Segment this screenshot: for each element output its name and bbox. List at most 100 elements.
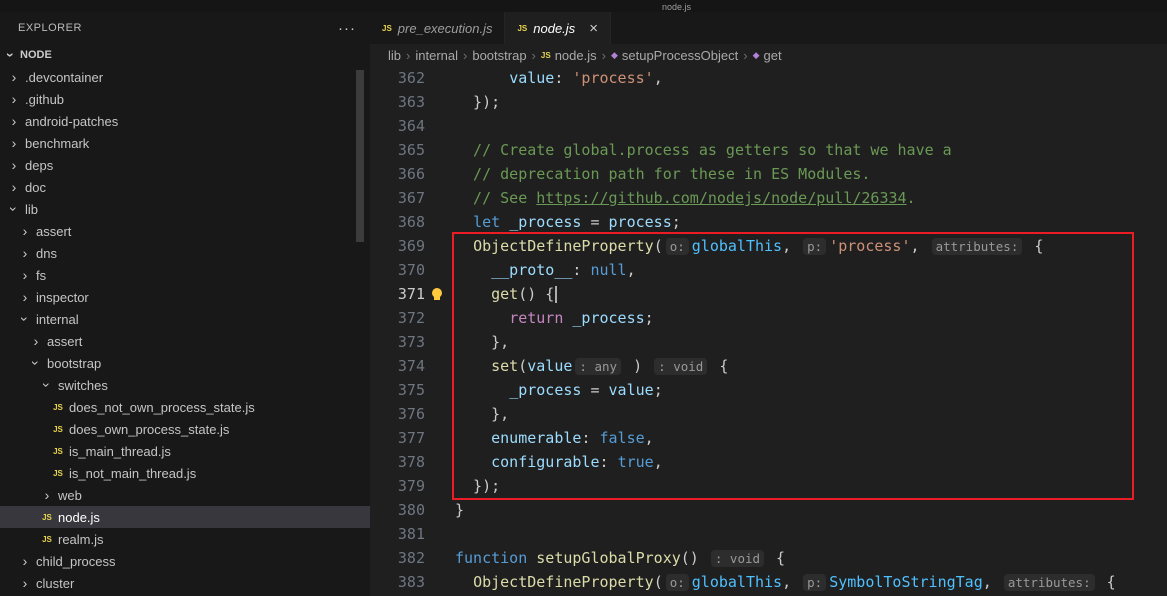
tree-item-.github[interactable]: ›.github — [0, 88, 370, 110]
tree-item-does_not_own_process_state.js[interactable]: JSdoes_not_own_process_state.js — [0, 396, 370, 418]
inlay-hint: o: — [666, 574, 689, 591]
more-actions-icon[interactable]: ··· — [338, 20, 356, 37]
tree-item-assert[interactable]: ›assert — [0, 220, 370, 242]
line-number: 365 — [370, 138, 425, 162]
code-line-377[interactable]: 377 enumerable: false, — [370, 426, 1167, 450]
breadcrumb-item-setupProcessObject[interactable]: ◆setupProcessObject — [611, 48, 738, 63]
code-line-381[interactable]: 381 — [370, 522, 1167, 546]
tree-item-bootstrap[interactable]: ›bootstrap — [0, 352, 370, 374]
titlebar: node.js — [0, 0, 1167, 12]
tree-item-is_not_main_thread.js[interactable]: JSis_not_main_thread.js — [0, 462, 370, 484]
tab-pre_execution.js[interactable]: JSpre_execution.js — [370, 12, 505, 44]
code-line-363[interactable]: 363 }); — [370, 90, 1167, 114]
code-line-367[interactable]: 367 // See https://github.com/nodejs/nod… — [370, 186, 1167, 210]
sidebar-scrollbar[interactable] — [356, 70, 364, 242]
tree-item-lib[interactable]: ›lib — [0, 198, 370, 220]
tree-item-fs[interactable]: ›fs — [0, 264, 370, 286]
gutter-slot — [425, 498, 455, 522]
code-line-368[interactable]: 368 let _process = process; — [370, 210, 1167, 234]
breadcrumb-label: get — [763, 48, 781, 63]
tree-item-label: realm.js — [58, 532, 104, 547]
tree-item-dns[interactable]: ›dns — [0, 242, 370, 264]
code-line-373[interactable]: 373 }, — [370, 330, 1167, 354]
code-line-374[interactable]: 374 set(value: any ) : void { — [370, 354, 1167, 378]
code-text: ObjectDefineProperty(o:globalThis, p:'pr… — [455, 234, 1043, 258]
breadcrumb-item-get[interactable]: ◆get — [753, 48, 782, 63]
lightbulb-icon[interactable] — [432, 288, 442, 298]
code-line-378[interactable]: 378 configurable: true, — [370, 450, 1167, 474]
breadcrumb-separator: › — [602, 48, 606, 63]
tree-item-assert[interactable]: ›assert — [0, 330, 370, 352]
tree-item-label: bootstrap — [47, 356, 101, 371]
explorer-title: EXPLORER — [18, 22, 82, 34]
tree-item-node.js[interactable]: JSnode.js — [0, 506, 370, 528]
line-number: 372 — [370, 306, 425, 330]
code-text: }); — [455, 90, 500, 114]
window-title: node.js — [662, 0, 691, 12]
tree-item-.devcontainer[interactable]: ›.devcontainer — [0, 66, 370, 88]
line-number: 374 — [370, 354, 425, 378]
workbench: EXPLORER ··· › NODE ›.devcontainer›.gith… — [0, 12, 1167, 596]
tree-item-deps[interactable]: ›deps — [0, 154, 370, 176]
code-line-376[interactable]: 376 }, — [370, 402, 1167, 426]
tree-item-is_main_thread.js[interactable]: JSis_main_thread.js — [0, 440, 370, 462]
code-line-379[interactable]: 379 }); — [370, 474, 1167, 498]
code-line-380[interactable]: 380} — [370, 498, 1167, 522]
gutter-slot — [425, 258, 455, 282]
code-text: }, — [455, 330, 509, 354]
code-text: __proto__: null, — [455, 258, 636, 282]
tree-item-inspector[interactable]: ›inspector — [0, 286, 370, 308]
tree-item-android-patches[interactable]: ›android-patches — [0, 110, 370, 132]
tree-item-switches[interactable]: ›switches — [0, 374, 370, 396]
tab-node.js[interactable]: JSnode.js× — [505, 12, 610, 44]
chevron-right-icon: › — [6, 69, 22, 85]
breadcrumb-separator: › — [743, 48, 747, 63]
code-editor[interactable]: 362 value: 'process',363 });364365 // Cr… — [370, 66, 1167, 596]
code-line-371[interactable]: 371 get() { — [370, 282, 1167, 306]
tree-item-internal[interactable]: ›internal — [0, 308, 370, 330]
section-header-node[interactable]: › NODE — [0, 44, 370, 66]
code-line-369[interactable]: 369 ObjectDefineProperty(o:globalThis, p… — [370, 234, 1167, 258]
chevron-right-icon: › — [28, 333, 44, 349]
tree-item-web[interactable]: ›web — [0, 484, 370, 506]
gutter-slot — [425, 474, 455, 498]
code-line-382[interactable]: 382function setupGlobalProxy() : void { — [370, 546, 1167, 570]
tree-item-doc[interactable]: ›doc — [0, 176, 370, 198]
breadcrumb-item-bootstrap[interactable]: bootstrap — [472, 48, 526, 63]
breadcrumb-item-internal[interactable]: internal — [415, 48, 458, 63]
tree-item-label: node.js — [58, 510, 100, 525]
tree-item-child_process[interactable]: ›child_process — [0, 550, 370, 572]
gutter-slot — [425, 114, 455, 138]
inlay-hint: : void — [654, 358, 707, 375]
code-line-372[interactable]: 372 return _process; — [370, 306, 1167, 330]
tree-item-label: benchmark — [25, 136, 89, 151]
chevron-right-icon: › — [6, 179, 22, 195]
tree-item-label: switches — [58, 378, 108, 393]
comment-link[interactable]: https://github.com/nodejs/node/pull/2633… — [536, 189, 906, 207]
breadcrumb-item-lib[interactable]: lib — [388, 48, 401, 63]
tree-item-realm.js[interactable]: JSrealm.js — [0, 528, 370, 550]
line-number: 379 — [370, 474, 425, 498]
code-line-362[interactable]: 362 value: 'process', — [370, 66, 1167, 90]
breadcrumb-item-node.js[interactable]: JSnode.js — [541, 48, 597, 63]
close-icon[interactable]: × — [589, 21, 598, 36]
tree-item-label: doc — [25, 180, 46, 195]
code-line-366[interactable]: 366 // deprecation path for these in ES … — [370, 162, 1167, 186]
code-line-365[interactable]: 365 // Create global.process as getters … — [370, 138, 1167, 162]
code-line-383[interactable]: 383 ObjectDefineProperty(o:globalThis, p… — [370, 570, 1167, 594]
code-line-375[interactable]: 375 _process = value; — [370, 378, 1167, 402]
tree-item-cluster[interactable]: ›cluster — [0, 572, 370, 594]
gutter-slot — [425, 306, 455, 330]
line-number: 377 — [370, 426, 425, 450]
breadcrumb-separator: › — [532, 48, 536, 63]
gutter-slot — [425, 282, 455, 306]
code-line-364[interactable]: 364 — [370, 114, 1167, 138]
line-number: 373 — [370, 330, 425, 354]
tree-item-does_own_process_state.js[interactable]: JSdoes_own_process_state.js — [0, 418, 370, 440]
tree-item-benchmark[interactable]: ›benchmark — [0, 132, 370, 154]
tree-item-label: fs — [36, 268, 46, 283]
line-number: 376 — [370, 402, 425, 426]
chevron-right-icon: › — [17, 553, 33, 569]
code-line-370[interactable]: 370 __proto__: null, — [370, 258, 1167, 282]
gutter-slot — [425, 522, 455, 546]
